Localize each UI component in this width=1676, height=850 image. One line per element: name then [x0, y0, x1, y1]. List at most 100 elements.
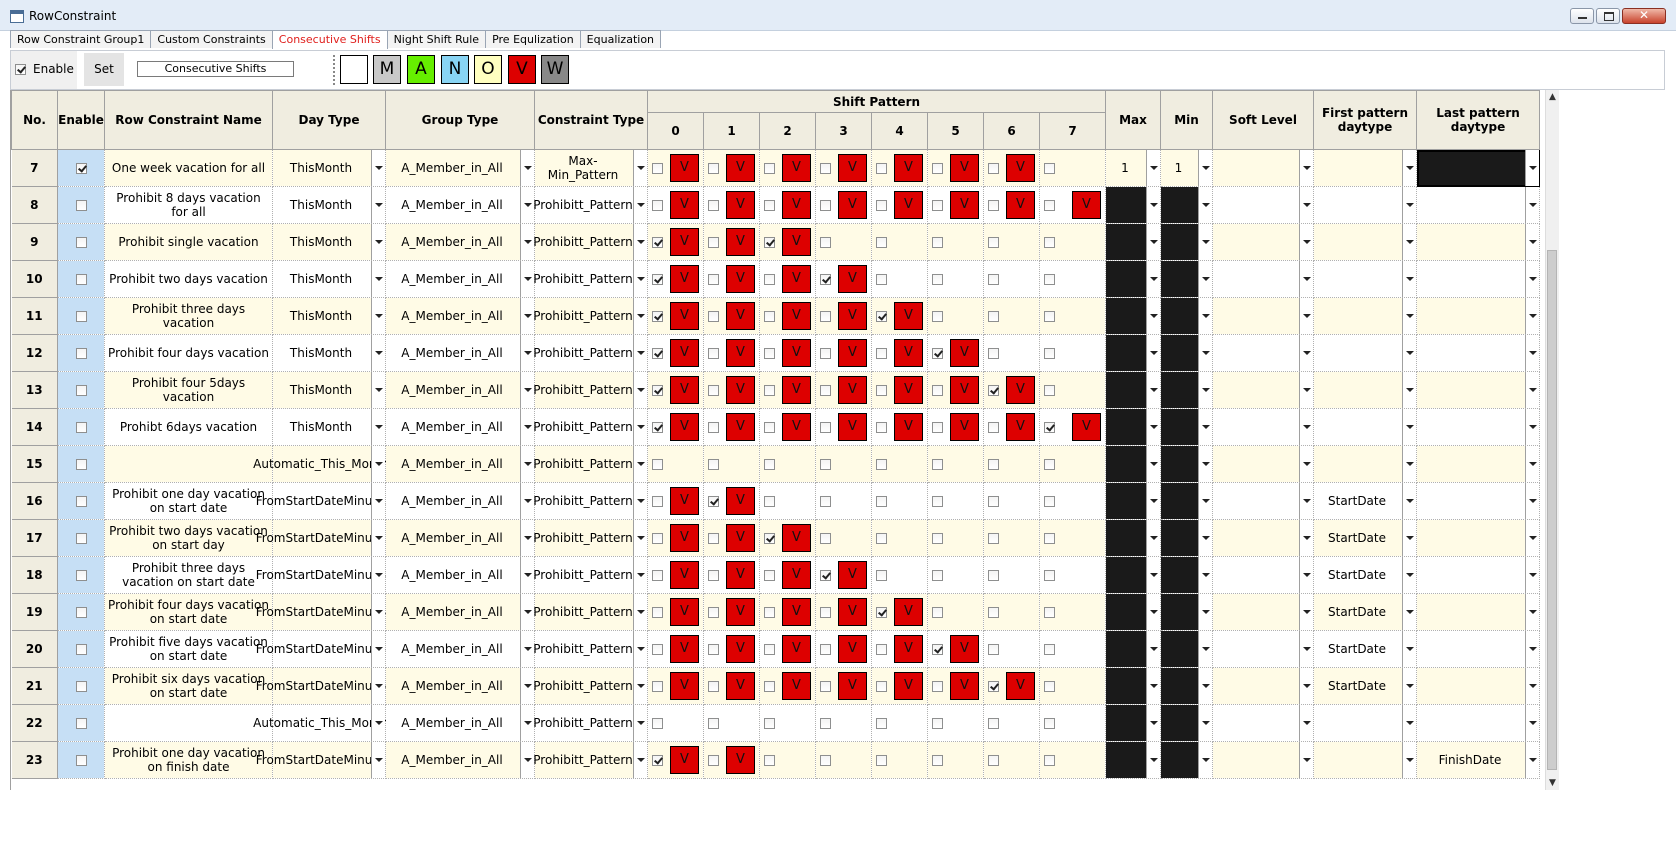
shift-v-block[interactable]: V [670, 376, 699, 404]
row-soft-level-select[interactable] [1212, 260, 1314, 298]
shift-v-block[interactable]: V [894, 376, 923, 404]
shift-v-block[interactable]: V [670, 413, 699, 441]
row-pattern-cell-3[interactable]: V [815, 556, 872, 594]
pattern-checkbox[interactable] [988, 569, 999, 581]
row-pattern-cell-3[interactable]: V [815, 186, 872, 224]
row-pattern-cell-4[interactable]: V [871, 371, 928, 409]
row-last-daytype-select[interactable] [1416, 704, 1540, 742]
pattern-checkbox[interactable] [988, 532, 999, 544]
row-pattern-cell-1[interactable]: V [703, 556, 760, 594]
row-first-daytype-select[interactable] [1313, 371, 1417, 409]
row-pattern-cell-0[interactable]: V [647, 371, 704, 409]
row-pattern-cell-2[interactable] [759, 445, 816, 483]
dropdown-arrow-icon[interactable] [1146, 594, 1160, 630]
shift-v-block[interactable]: V [894, 635, 923, 663]
row-constraint-name[interactable]: Prohibit 8 days vacation for all [104, 186, 273, 224]
row-pattern-cell-0[interactable]: V [647, 741, 704, 779]
row-soft-level-select[interactable] [1212, 519, 1314, 557]
dropdown-arrow-icon[interactable] [1525, 187, 1539, 223]
shift-v-block[interactable]: V [670, 672, 699, 700]
pattern-checkbox[interactable] [988, 310, 999, 322]
row-pattern-cell-2[interactable]: V [759, 223, 816, 261]
row-enable-cell[interactable] [57, 445, 105, 483]
row-constraint-type-select[interactable]: Prohibitt_Pattern [533, 445, 648, 483]
row-day-type-select[interactable]: ThisMonth [272, 186, 386, 224]
pattern-checkbox[interactable] [876, 236, 887, 248]
table-row[interactable]: 7 One week vacation for all ThisMonth A_Mem… [11, 149, 1540, 187]
dropdown-arrow-icon[interactable] [1525, 372, 1539, 408]
dropdown-arrow-icon[interactable] [1402, 298, 1416, 334]
dropdown-arrow-icon[interactable] [1146, 298, 1160, 334]
pattern-checkbox[interactable] [1044, 754, 1055, 766]
dropdown-arrow-icon[interactable] [1146, 187, 1160, 223]
row-last-daytype-select[interactable]: FinishDate [1416, 741, 1540, 779]
shift-v-block[interactable]: V [894, 339, 923, 367]
dropdown-arrow-icon[interactable] [633, 409, 647, 445]
pattern-checkbox[interactable] [988, 421, 999, 433]
row-group-type-select[interactable]: A_Member_in_All [385, 260, 535, 298]
pattern-checkbox[interactable] [652, 569, 663, 581]
pattern-checkbox[interactable] [932, 273, 943, 285]
row-last-daytype-select[interactable] [1416, 445, 1540, 483]
pattern-checkbox[interactable] [764, 199, 775, 211]
shift-v-block[interactable]: V [670, 228, 699, 256]
row-pattern-cell-2[interactable]: V [759, 186, 816, 224]
row-constraint-name[interactable] [104, 704, 273, 742]
maximize-button[interactable] [1596, 8, 1620, 24]
row-group-type-select[interactable]: A_Member_in_All [385, 186, 535, 224]
row-min-select[interactable] [1160, 556, 1213, 594]
dropdown-arrow-icon[interactable] [633, 261, 647, 297]
row-day-type-select[interactable]: FromStartDateMinus2 [256, 519, 386, 557]
row-group-type-select[interactable]: A_Member_in_All [385, 297, 535, 335]
shift-swatch-m[interactable]: M [373, 55, 401, 84]
pattern-checkbox[interactable] [932, 495, 943, 507]
dropdown-arrow-icon[interactable] [1299, 557, 1313, 593]
pattern-checkbox[interactable] [820, 236, 831, 248]
pattern-checkbox[interactable] [876, 680, 887, 692]
row-constraint-name[interactable]: Prohibit four 5days vacation [104, 371, 273, 409]
tab-custom-constraints[interactable]: Custom Constraints [150, 30, 273, 48]
tab-pre-equlization[interactable]: Pre Equlization [485, 30, 581, 48]
shift-v-block[interactable]: V [838, 191, 867, 219]
dropdown-arrow-icon[interactable] [633, 187, 647, 223]
row-pattern-cell-0[interactable]: V [647, 593, 704, 631]
pattern-checkbox[interactable] [876, 310, 887, 322]
pattern-checkbox[interactable] [1044, 532, 1055, 544]
row-min-select[interactable] [1160, 519, 1213, 557]
dropdown-arrow-icon[interactable] [1402, 446, 1416, 482]
pattern-checkbox[interactable] [876, 384, 887, 396]
pattern-checkbox[interactable] [1044, 569, 1055, 581]
dropdown-arrow-icon[interactable] [1146, 224, 1160, 260]
row-soft-level-select[interactable] [1212, 741, 1314, 779]
row-last-daytype-select[interactable] [1416, 408, 1540, 446]
dropdown-arrow-icon[interactable] [1146, 335, 1160, 371]
header-pattern-2[interactable]: 2 [759, 112, 816, 150]
row-pattern-cell-5[interactable] [927, 297, 984, 335]
row-enable-cell[interactable] [57, 260, 105, 298]
row-min-select[interactable] [1160, 482, 1213, 520]
row-pattern-cell-7[interactable] [1039, 556, 1106, 594]
enable-checkbox[interactable] [15, 64, 26, 75]
row-day-type-select[interactable]: ThisMonth [272, 223, 386, 261]
pattern-checkbox[interactable] [708, 680, 719, 692]
pattern-checkbox[interactable] [652, 717, 663, 729]
row-last-daytype-select[interactable] [1416, 371, 1540, 409]
pattern-checkbox[interactable] [652, 236, 663, 248]
dropdown-arrow-icon[interactable] [371, 705, 385, 741]
table-row[interactable]: 16 Prohibit one day vacation on start dat… [11, 482, 1540, 520]
pattern-checkbox[interactable] [764, 569, 775, 581]
row-pattern-cell-0[interactable]: V [647, 408, 704, 446]
pattern-checkbox[interactable] [820, 384, 831, 396]
pattern-checkbox[interactable] [932, 606, 943, 618]
row-pattern-cell-0[interactable]: V [647, 482, 704, 520]
row-pattern-cell-1[interactable]: V [703, 408, 760, 446]
pattern-checkbox[interactable] [764, 606, 775, 618]
row-last-daytype-select[interactable] [1416, 593, 1540, 631]
row-enable-cell[interactable] [57, 519, 105, 557]
constraint-name-input[interactable]: Consecutive Shifts [137, 61, 294, 77]
row-first-daytype-select[interactable]: StartDate [1313, 482, 1417, 520]
scroll-up-arrow-icon[interactable]: ▲ [1546, 90, 1559, 104]
header-pattern-4[interactable]: 4 [871, 112, 928, 150]
dropdown-arrow-icon[interactable] [1146, 631, 1160, 667]
row-pattern-cell-3[interactable]: V [815, 408, 872, 446]
